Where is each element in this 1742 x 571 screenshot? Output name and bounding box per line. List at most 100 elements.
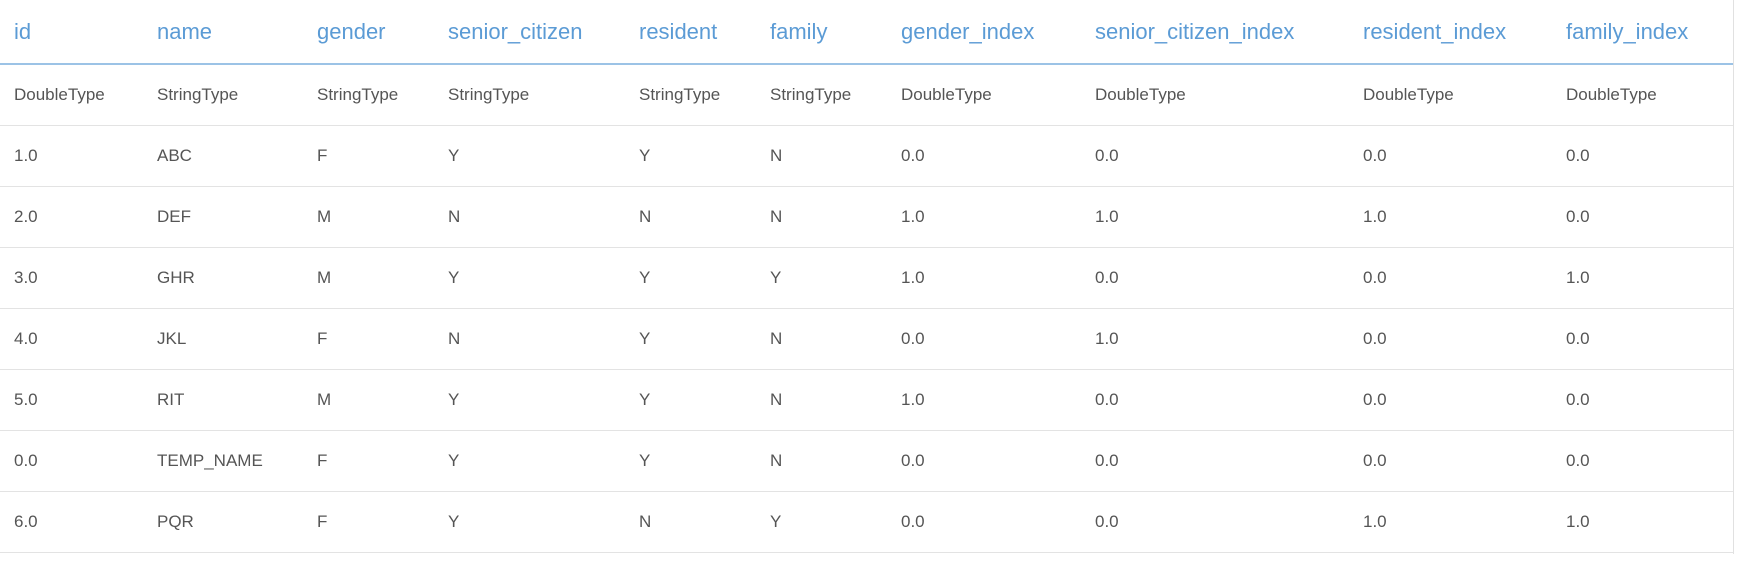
table-row: 6.0 PQR F Y N Y 0.0 0.0 1.0 1.0 [0,491,1733,553]
table-cell-family-index: 1.0 [1552,491,1733,553]
column-header-resident-index: resident_index [1349,0,1552,65]
table-row: 3.0 GHR M Y Y Y 1.0 0.0 0.0 1.0 [0,247,1733,309]
table-cell-family: Y [756,491,887,553]
table-cell-gender: M [303,247,434,309]
table-cell-family-index: 0.0 [1552,125,1733,187]
table-cell-senior-citizen: Y [434,369,625,431]
table-cell-resident: N [625,491,756,553]
column-header-family-index: family_index [1552,0,1733,65]
table-cell-senior-citizen: Y [434,247,625,309]
table-cell-id: 4.0 [0,308,143,370]
table-cell-resident-index: 0.0 [1349,308,1552,370]
column-type-cell: StringType [756,64,887,126]
table-cell-senior-citizen: Y [434,125,625,187]
table-cell-gender-index: 1.0 [887,186,1081,248]
table-cell-senior-citizen: Y [434,491,625,553]
column-type-cell: DoubleType [1552,64,1733,126]
column-header-name: name [143,0,303,65]
table-cell-family: N [756,308,887,370]
table-cell-senior-citizen-index: 0.0 [1081,247,1349,309]
table-cell-resident: Y [625,369,756,431]
column-type-cell: StringType [303,64,434,126]
table-cell-resident-index: 1.0 [1349,186,1552,248]
table-cell-gender-index: 0.0 [887,491,1081,553]
table-cell-name: DEF [143,186,303,248]
table-row: 4.0 JKL F N Y N 0.0 1.0 0.0 0.0 [0,308,1733,370]
table-body: 1.0 ABC F Y Y N 0.0 0.0 0.0 0.0 2.0 DEF M N N N 1.0 1.0 1.… [0,125,1733,553]
table-cell-id: 6.0 [0,491,143,553]
table-cell-gender-index: 1.0 [887,247,1081,309]
table-row: 1.0 ABC F Y Y N 0.0 0.0 0.0 0.0 [0,125,1733,187]
dataframe-table: id name gender senior_citizen resident f… [0,0,1733,553]
table-cell-gender: M [303,369,434,431]
dataframe-table-container: id name gender senior_citizen resident f… [0,0,1734,554]
table-cell-senior-citizen-index: 0.0 [1081,430,1349,492]
column-header-senior-citizen: senior_citizen [434,0,625,65]
column-type-cell: StringType [434,64,625,126]
column-type-cell: StringType [625,64,756,126]
column-header-resident: resident [625,0,756,65]
table-cell-gender-index: 0.0 [887,308,1081,370]
column-header-id: id [0,0,143,65]
table-cell-gender: F [303,430,434,492]
table-cell-name: ABC [143,125,303,187]
table-cell-gender-index: 0.0 [887,430,1081,492]
column-type-cell: DoubleType [1081,64,1349,126]
column-type-cell: DoubleType [0,64,143,126]
table-cell-senior-citizen: N [434,186,625,248]
table-cell-senior-citizen: Y [434,430,625,492]
table-cell-id: 1.0 [0,125,143,187]
table-cell-id: 5.0 [0,369,143,431]
table-cell-family: N [756,369,887,431]
table-cell-senior-citizen-index: 1.0 [1081,308,1349,370]
table-cell-family: N [756,125,887,187]
column-type-cell: DoubleType [1349,64,1552,126]
table-cell-resident: Y [625,247,756,309]
table-header-row: id name gender senior_citizen resident f… [0,0,1733,65]
column-type-cell: DoubleType [887,64,1081,126]
table-cell-senior-citizen: N [434,308,625,370]
column-type-cell: StringType [143,64,303,126]
table-row: 5.0 RIT M Y Y N 1.0 0.0 0.0 0.0 [0,369,1733,431]
table-cell-senior-citizen-index: 1.0 [1081,186,1349,248]
table-cell-resident: Y [625,125,756,187]
table-cell-gender: M [303,186,434,248]
column-header-gender: gender [303,0,434,65]
column-header-senior-citizen-index: senior_citizen_index [1081,0,1349,65]
table-cell-name: PQR [143,491,303,553]
table-cell-resident: Y [625,308,756,370]
table-cell-family-index: 0.0 [1552,430,1733,492]
table-cell-family-index: 0.0 [1552,369,1733,431]
table-cell-resident-index: 0.0 [1349,247,1552,309]
table-row: 2.0 DEF M N N N 1.0 1.0 1.0 0.0 [0,186,1733,248]
table-cell-senior-citizen-index: 0.0 [1081,369,1349,431]
table-cell-name: JKL [143,308,303,370]
table-cell-family: Y [756,247,887,309]
table-cell-family-index: 0.0 [1552,308,1733,370]
table-cell-name: TEMP_NAME [143,430,303,492]
table-cell-resident-index: 0.0 [1349,430,1552,492]
table-cell-family-index: 0.0 [1552,186,1733,248]
table-cell-family: N [756,430,887,492]
table-cell-resident: N [625,186,756,248]
table-cell-name: RIT [143,369,303,431]
table-cell-name: GHR [143,247,303,309]
table-row: 0.0 TEMP_NAME F Y Y N 0.0 0.0 0.0 0.0 [0,430,1733,492]
table-cell-gender-index: 0.0 [887,125,1081,187]
table-cell-resident-index: 0.0 [1349,369,1552,431]
table-cell-resident-index: 0.0 [1349,125,1552,187]
table-cell-gender-index: 1.0 [887,369,1081,431]
table-cell-senior-citizen-index: 0.0 [1081,125,1349,187]
column-header-family: family [756,0,887,65]
table-cell-family-index: 1.0 [1552,247,1733,309]
table-cell-gender: F [303,491,434,553]
table-cell-id: 2.0 [0,186,143,248]
table-cell-senior-citizen-index: 0.0 [1081,491,1349,553]
column-header-gender-index: gender_index [887,0,1081,65]
table-cell-id: 0.0 [0,430,143,492]
table-cell-gender: F [303,308,434,370]
table-cell-gender: F [303,125,434,187]
column-type-row: DoubleType StringType StringType StringT… [0,64,1733,126]
table-cell-family: N [756,186,887,248]
table-cell-id: 3.0 [0,247,143,309]
